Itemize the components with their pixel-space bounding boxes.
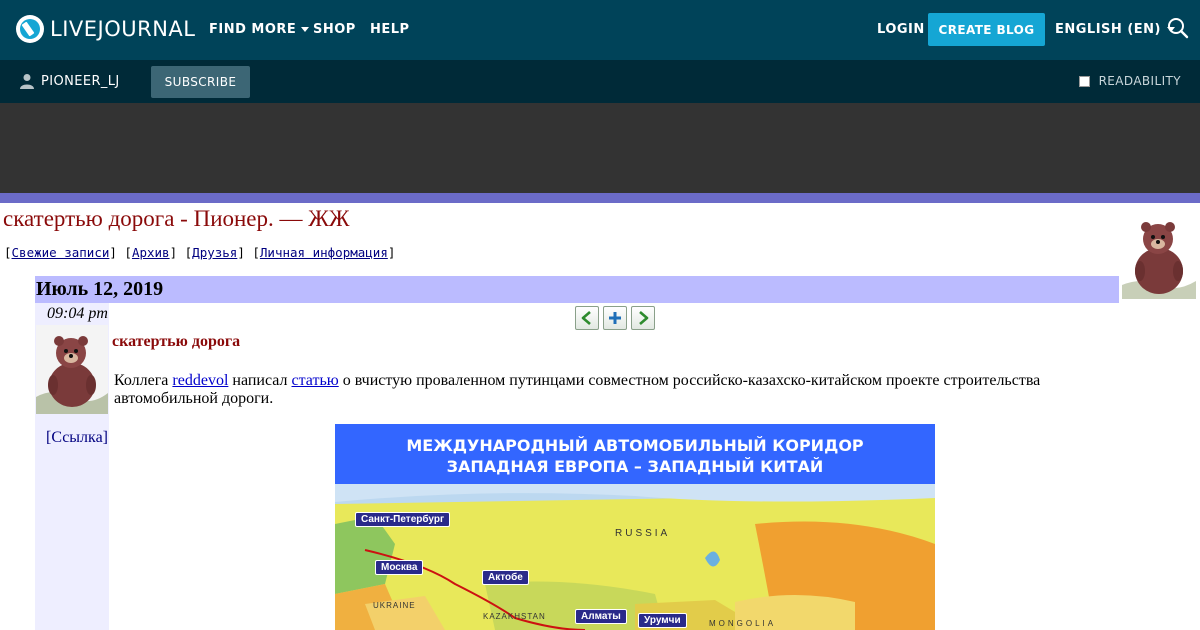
city-label-saint-petersburg: Санкт-Петербург: [355, 512, 451, 527]
caret-down-icon: [301, 27, 310, 32]
post-body: Коллега reddevol написал статью о вчисту…: [114, 372, 1104, 408]
map-title-line1: МЕЖДУНАРОДНЫЙ АВТОМОБИЛЬНЫЙ КОРИДОР: [406, 436, 864, 455]
login-link[interactable]: LOGIN: [877, 22, 925, 37]
article-link[interactable]: статью: [292, 372, 339, 389]
readability-label: READABILITY: [1098, 74, 1181, 88]
readability-checkbox[interactable]: [1078, 75, 1090, 87]
search-icon[interactable]: [1167, 17, 1189, 39]
post-userpic[interactable]: [36, 325, 108, 414]
journal-toolbar: PIONEER_LJ SUBSCRIBE READABILITY: [0, 60, 1200, 103]
post-permalink[interactable]: [Ссылка]: [46, 429, 108, 447]
post-navigation: [575, 306, 655, 330]
add-to-memories-button[interactable]: [603, 306, 627, 330]
ad-banner-area: [0, 103, 1200, 193]
map-label-russia: RUSSIA: [615, 528, 671, 539]
nav-friends-link[interactable]: Друзья: [192, 245, 237, 260]
logo-text: LIVEJOURNAL: [50, 17, 196, 41]
arrow-left-icon: [581, 311, 591, 325]
journal-title: скатертью дорога - Пионер. — ЖЖ: [3, 206, 350, 231]
map-title-line2: ЗАПАДНАЯ ЕВРОПА – ЗАПАДНЫЙ КИТАЙ: [446, 457, 824, 476]
body-text-middle: написал: [228, 372, 292, 389]
livejournal-logo[interactable]: LIVEJOURNAL: [16, 15, 196, 43]
language-label: ENGLISH (EN): [1055, 22, 1161, 37]
username-label: PIONEER_LJ: [41, 73, 120, 89]
city-label-aktobe: Актобе: [482, 570, 529, 585]
subscribe-button[interactable]: SUBSCRIBE: [151, 66, 250, 98]
map-title: МЕЖДУНАРОДНЫЙ АВТОМОБИЛЬНЫЙ КОРИДОР ЗАПА…: [335, 435, 935, 477]
livejournal-logo-icon: [16, 15, 44, 43]
plus-icon: [609, 312, 621, 324]
create-blog-button[interactable]: CREATE BLOG: [928, 13, 1045, 46]
journal-userpic[interactable]: [1122, 215, 1196, 299]
shop-link[interactable]: SHOP: [313, 22, 356, 37]
author-link[interactable]: reddevol: [172, 372, 228, 389]
corridor-map-image: МЕЖДУНАРОДНЫЙ АВТОМОБИЛЬНЫЙ КОРИДОР ЗАПА…: [335, 424, 935, 630]
help-link[interactable]: HELP: [370, 22, 410, 37]
city-label-moscow: Москва: [375, 560, 424, 575]
map-label-mongolia: MONGOLIA: [709, 619, 777, 628]
city-label-almaty: Алматы: [575, 609, 627, 624]
post-subject: скатертью дорога: [112, 333, 241, 350]
nav-recent-link[interactable]: Свежие записи: [12, 245, 110, 260]
arrow-right-icon: [639, 311, 649, 325]
journal-nav: [Свежие записи] [Архив] [Друзья] [Личная…: [4, 245, 396, 260]
find-more-label: FIND MORE: [209, 22, 297, 37]
post-time: 09:04 pm: [47, 305, 108, 322]
body-text-start: Коллега: [114, 372, 173, 389]
divider-strip: [0, 193, 1200, 203]
top-navigation-bar: LIVEJOURNAL FIND MORE SHOP HELP LOGIN CR…: [0, 0, 1200, 60]
user-icon: [20, 74, 34, 89]
journal-user[interactable]: PIONEER_LJ: [20, 73, 120, 89]
next-post-button[interactable]: [631, 306, 655, 330]
nav-archive-link[interactable]: Архив: [132, 245, 170, 260]
map-label-ukraine: UKRAINE: [373, 601, 416, 610]
city-label-urumqi: Урумчи: [638, 613, 687, 628]
readability-toggle[interactable]: READABILITY: [1078, 74, 1181, 88]
previous-post-button[interactable]: [575, 306, 599, 330]
map-graphic: [335, 484, 935, 630]
map-label-kazakhstan: KAZAKHSTAN: [483, 612, 546, 621]
post-date-header: Июль 12, 2019: [35, 276, 1119, 303]
map-header: МЕЖДУНАРОДНЫЙ АВТОМОБИЛЬНЫЙ КОРИДОР ЗАПА…: [335, 424, 935, 484]
language-selector[interactable]: ENGLISH (EN): [1055, 22, 1175, 37]
nav-profile-link[interactable]: Личная информация: [260, 245, 388, 260]
find-more-menu[interactable]: FIND MORE: [209, 22, 310, 37]
